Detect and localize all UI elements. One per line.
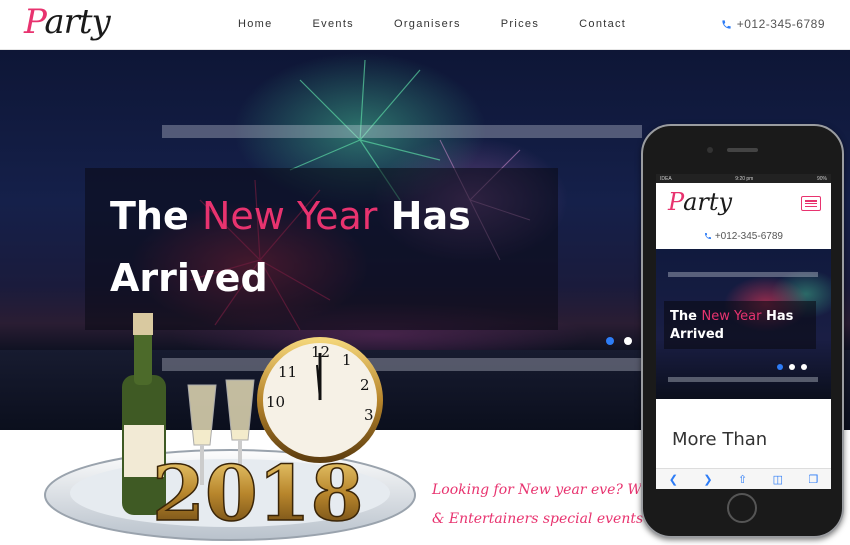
celebration-illustration: 12 1 2 3 10 11 2018	[44, 313, 416, 541]
phone-icon	[705, 233, 712, 239]
browser-toolbar: ❮ ❯ ⇧ ◫ ❐	[656, 468, 831, 489]
phone-camera	[707, 147, 713, 153]
top-navbar: Party Home Events Organisers Prices Cont…	[0, 0, 850, 50]
main-nav: Home Events Organisers Prices Contact	[218, 18, 646, 30]
nav-organisers[interactable]: Organisers	[394, 18, 461, 30]
hamburger-menu-icon[interactable]	[801, 196, 821, 211]
back-icon[interactable]: ❮	[669, 473, 678, 486]
nav-contact[interactable]: Contact	[579, 18, 626, 30]
mobile-slider-dot-2[interactable]	[789, 364, 795, 370]
share-icon[interactable]: ⇧	[738, 473, 747, 486]
phone-number: +012-345-6789	[736, 17, 825, 31]
mobile-hero-band-bottom	[668, 377, 818, 382]
logo[interactable]: Party	[24, 2, 111, 42]
mobile-hero: The New Year Has Arrived	[656, 249, 831, 399]
mobile-hero-title: The New Year Has Arrived	[670, 309, 794, 342]
status-time: 9:20 pm	[735, 175, 754, 182]
clock-number: 2	[360, 376, 370, 394]
year-2018: 2018	[152, 449, 364, 538]
carrier: IDEA	[660, 175, 672, 182]
status-bar: IDEA 9:20 pm 90%	[656, 174, 831, 183]
mobile-hero-band-top	[668, 272, 818, 277]
phone-icon	[722, 19, 731, 29]
clock-number: 1	[342, 351, 352, 369]
phone-speaker	[727, 148, 758, 152]
nav-home[interactable]: Home	[238, 18, 273, 30]
nav-events[interactable]: Events	[313, 18, 354, 30]
phone-contact[interactable]: +012-345-6789	[721, 17, 825, 31]
tabs-icon[interactable]: ❐	[808, 473, 818, 486]
champagne-glass-left	[187, 384, 217, 446]
slider-dot-2[interactable]	[624, 337, 632, 345]
mobile-phone-number: +012-345-6789	[714, 231, 783, 242]
phone-home-button	[727, 493, 757, 523]
mobile-logo[interactable]: Party	[668, 188, 732, 216]
mobile-slider-dot-1[interactable]	[777, 364, 783, 370]
clock-number: 12	[311, 343, 330, 361]
hero-title: The New Year Has Arrived	[110, 194, 471, 300]
nav-prices[interactable]: Prices	[501, 18, 539, 30]
logo-text: arty	[44, 2, 110, 42]
battery: 90%	[816, 175, 827, 182]
phone-screen: IDEA 9:20 pm 90% Party +012-345-6789 The…	[656, 174, 831, 489]
mobile-slider-dot-3[interactable]	[801, 364, 807, 370]
slider-dot-1[interactable]	[606, 337, 614, 345]
logo-initial: P	[24, 2, 45, 42]
clock-number: 3	[364, 406, 374, 424]
forward-icon[interactable]: ❯	[703, 473, 712, 486]
hero-band-top	[162, 125, 642, 138]
mobile-phone-contact[interactable]: +012-345-6789	[656, 231, 831, 242]
champagne-glass-right	[225, 379, 255, 441]
clock-number: 11	[278, 363, 297, 381]
bookmarks-icon[interactable]: ◫	[773, 473, 783, 486]
clock-number: 10	[266, 393, 285, 411]
phone-mockup: IDEA 9:20 pm 90% Party +012-345-6789 The…	[641, 124, 844, 538]
mobile-section-heading: More Than	[672, 429, 768, 450]
